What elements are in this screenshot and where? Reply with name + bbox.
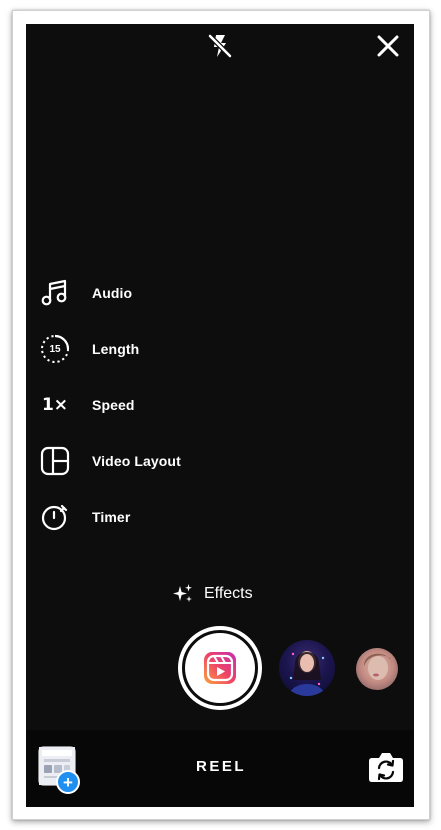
recent-reel-image [289,651,325,696]
flip-camera-icon [369,753,403,782]
record-button-inner [185,633,255,703]
length-tool[interactable]: 15 Length [38,329,139,369]
record-button[interactable] [178,626,262,710]
close-button[interactable] [370,28,406,64]
recent-photo-image [364,653,392,680]
length-timer-icon: 15 [38,332,72,366]
flip-camera-button[interactable] [365,746,407,788]
video-layout-icon [38,444,72,478]
speed-tool[interactable]: 1× Speed [38,385,135,425]
audio-tool[interactable]: Audio [38,273,132,313]
reel-mode-label[interactable]: REEL [196,758,246,775]
camera-preview[interactable]: Audio 15 Length 1× Speed Video Layout Ti… [26,24,414,730]
flash-off-icon [208,34,232,58]
flash-toggle-button[interactable] [202,28,238,64]
add-media-plus-icon[interactable]: + [56,770,80,794]
video-layout-tool[interactable]: Video Layout [38,441,181,481]
timer-label: Timer [92,509,131,525]
recent-reel-thumbnail[interactable] [279,640,335,696]
sparkles-icon [173,584,192,602]
recent-photo-thumbnail[interactable] [356,648,398,690]
reels-logo-icon [204,652,236,684]
length-label: Length [92,341,140,357]
video-layout-label: Video Layout [92,453,181,469]
speed-icon: 1× [38,388,72,422]
music-note-icon [38,276,72,310]
audio-label: Audio [92,285,133,301]
close-icon [377,35,399,57]
length-value: 15 [49,343,61,355]
reel-camera-screen: Audio 15 Length 1× Speed Video Layout Ti… [26,24,414,807]
speed-value: 1× [41,395,69,415]
speed-label: Speed [92,397,135,413]
effects-label: Effects [204,585,253,602]
timer-tool[interactable]: Timer [38,497,130,537]
effects-button[interactable]: Effects [172,580,253,608]
timer-icon [38,500,72,534]
bottom-bar: REEL [26,730,414,807]
